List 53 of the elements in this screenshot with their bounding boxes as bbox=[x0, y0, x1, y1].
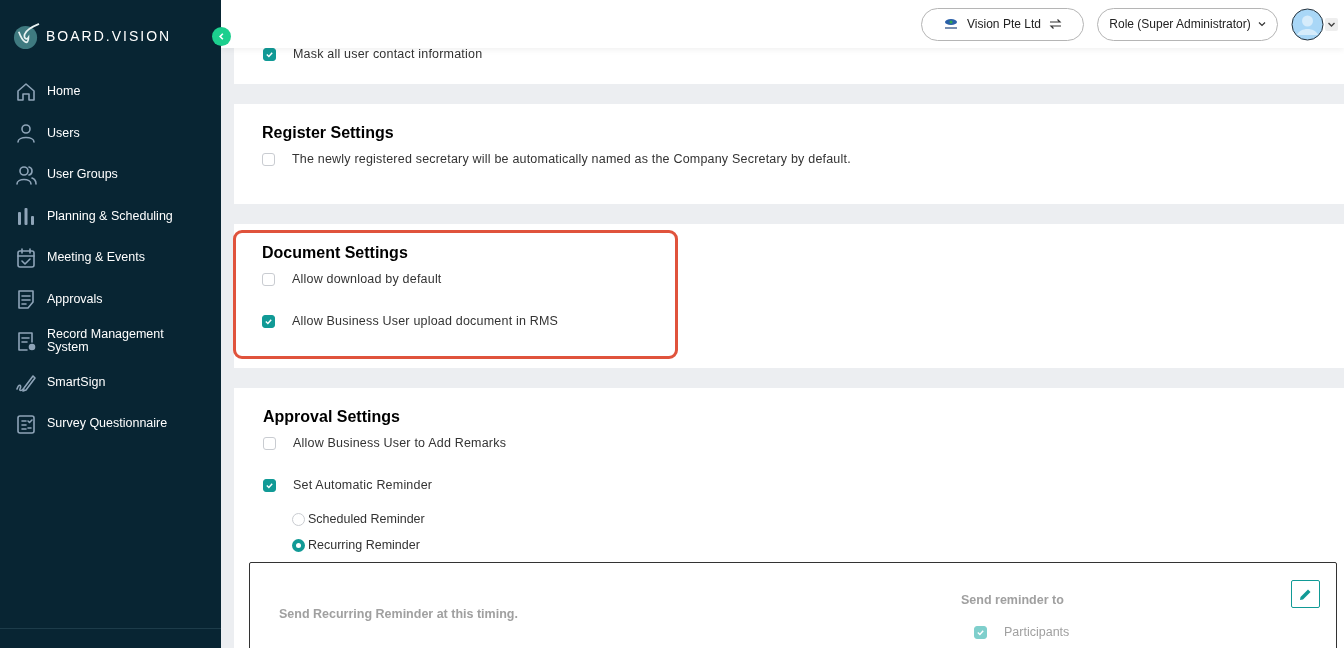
check-icon bbox=[264, 317, 273, 326]
edit-button[interactable] bbox=[1291, 580, 1320, 608]
radio-label: Scheduled Reminder bbox=[308, 511, 425, 529]
section-title: Register Settings bbox=[262, 123, 395, 141]
option-label: Mask all user contact information bbox=[293, 48, 483, 64]
section-title: Approval Settings bbox=[263, 407, 401, 425]
timing-label: Send Recurring Reminder at this timing. bbox=[279, 607, 518, 621]
sidebar-item[interactable]: Approvals bbox=[0, 278, 221, 320]
users-icon bbox=[15, 163, 37, 186]
pencil-icon bbox=[1299, 587, 1312, 601]
sidebar-item[interactable]: Home bbox=[0, 71, 221, 113]
checkbox[interactable] bbox=[262, 273, 275, 286]
check-icon bbox=[265, 481, 274, 490]
sidebar-item[interactable]: User Groups bbox=[0, 154, 221, 196]
radio-button[interactable] bbox=[292, 513, 305, 526]
chevron-down-icon[interactable] bbox=[1325, 17, 1338, 31]
checkbox[interactable] bbox=[263, 479, 276, 492]
option-label: Set Automatic Reminder bbox=[293, 477, 433, 495]
chart-icon bbox=[15, 205, 37, 228]
company-logo-icon bbox=[943, 18, 960, 30]
home-icon bbox=[15, 80, 37, 103]
section-title: Document Settings bbox=[262, 243, 409, 261]
user-icon bbox=[15, 122, 37, 145]
sidebar-item[interactable]: SmartSign bbox=[0, 361, 221, 403]
checkbox[interactable] bbox=[262, 153, 275, 166]
logo-icon bbox=[13, 22, 40, 50]
sidebar-item[interactable]: Meeting & Events bbox=[0, 237, 221, 279]
sidebar-item[interactable]: Planning & Scheduling bbox=[0, 195, 221, 237]
survey-icon bbox=[15, 412, 37, 435]
doc-icon bbox=[15, 288, 37, 311]
swap-icon bbox=[1048, 18, 1062, 30]
sidebar-item[interactable]: Users bbox=[0, 112, 221, 154]
sidebar-item[interactable]: Survey Questionnaire bbox=[0, 403, 221, 445]
radio-label: Recurring Reminder bbox=[308, 537, 420, 555]
radio-button[interactable] bbox=[292, 539, 305, 552]
check-icon bbox=[265, 50, 274, 59]
checkbox[interactable] bbox=[263, 437, 276, 450]
calendar-icon bbox=[15, 246, 37, 269]
logo-text: BOARD.VISION bbox=[46, 26, 172, 46]
recipients-label: Send reminder to bbox=[961, 592, 1065, 609]
checkbox[interactable] bbox=[263, 48, 276, 61]
avatar[interactable] bbox=[1291, 7, 1324, 41]
option-label: Allow Business User upload document in RMS bbox=[292, 313, 559, 331]
option-label: Allow download by default bbox=[292, 271, 442, 289]
option-label: The newly registered secretary will be automatically named as the Company Secretary by default. bbox=[292, 151, 851, 169]
chevron-left-icon bbox=[217, 32, 226, 41]
option-label: Allow Business User to Add Remarks bbox=[293, 435, 507, 453]
chevron-down-icon bbox=[1257, 21, 1266, 27]
checkbox[interactable] bbox=[262, 315, 275, 328]
recipient-label: Participants bbox=[1004, 623, 1070, 641]
check-icon bbox=[976, 627, 985, 637]
sidebar-item[interactable]: Record Management System bbox=[0, 320, 221, 362]
record-icon bbox=[15, 329, 37, 352]
